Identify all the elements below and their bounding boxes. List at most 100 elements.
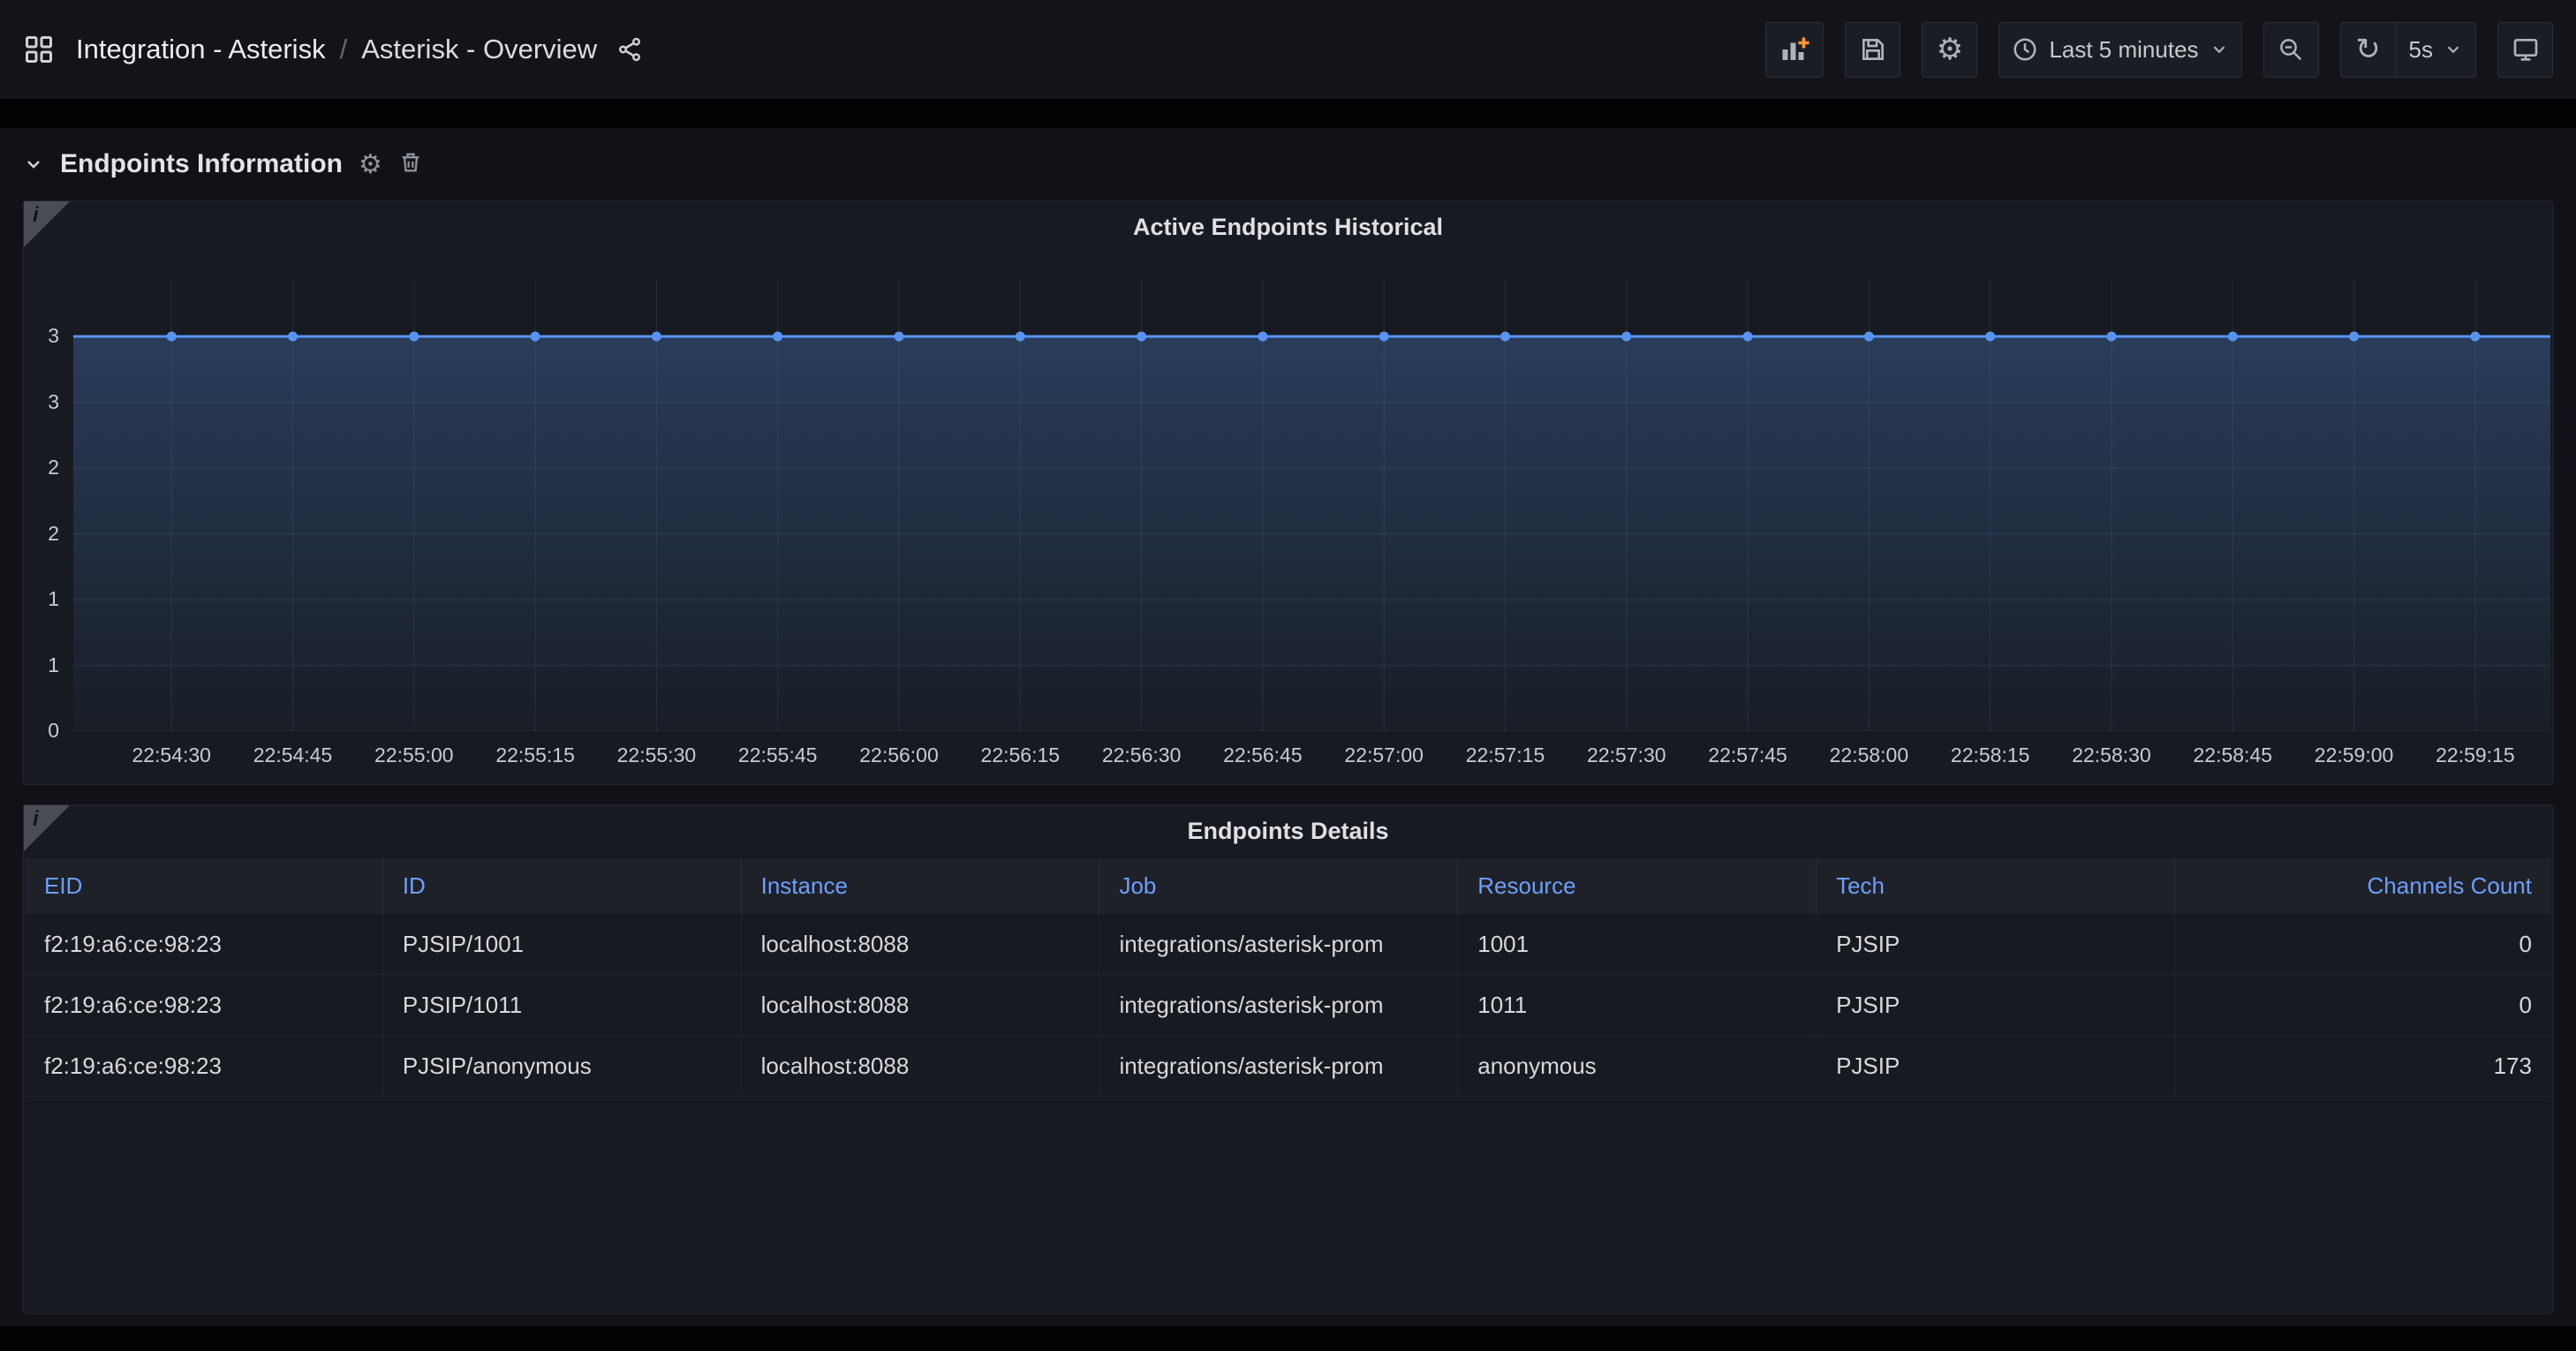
table-row[interactable]: f2:19:a6:ce:98:23PJSIP/1001localhost:808…: [25, 914, 2551, 975]
submenu-strip: [0, 99, 2576, 128]
x-axis-tick: 22:55:15: [495, 743, 575, 767]
table-column-header[interactable]: Instance: [742, 858, 1100, 914]
y-axis-tick: 3: [24, 390, 59, 414]
row-delete-trash-icon[interactable]: [398, 150, 423, 179]
refresh-group: ↻ 5s: [2340, 22, 2476, 78]
x-axis-tick: 22:58:30: [2072, 743, 2151, 767]
y-axis-tick: 2: [24, 456, 59, 479]
table-cell: f2:19:a6:ce:98:23: [25, 975, 383, 1035]
y-axis-tick: 1: [24, 587, 59, 611]
refresh-button[interactable]: ↻: [2340, 22, 2396, 78]
x-axis-tick: 22:56:30: [1102, 743, 1182, 767]
table-cell: PJSIP: [1817, 1036, 2175, 1096]
save-dashboard-button[interactable]: [1845, 22, 1900, 78]
table-cell: 1001: [1458, 914, 1817, 974]
y-axis-tick: 1: [24, 653, 59, 677]
table-cell: integrations/asterisk-prom: [1099, 1036, 1458, 1096]
table-cell: PJSIP/anonymous: [383, 1036, 742, 1096]
x-axis-tick: 22:59:15: [2436, 743, 2515, 767]
monitor-icon: [2512, 35, 2540, 64]
refresh-icon: ↻: [2355, 34, 2381, 64]
dashboard-canvas: Endpoints Information ⚙ i Active Endpoin…: [0, 128, 2576, 1326]
table-cell: localhost:8088: [742, 1036, 1100, 1096]
x-axis-tick: 22:57:45: [1708, 743, 1787, 767]
breadcrumb-page-link[interactable]: Asterisk - Overview: [361, 34, 597, 65]
table-panel-title[interactable]: Endpoints Details: [24, 818, 2552, 845]
y-axis-tick: 0: [24, 719, 59, 743]
breadcrumb: Integration - Asterisk / Asterisk - Over…: [76, 34, 643, 65]
table-cell: PJSIP: [1817, 975, 2175, 1035]
x-axis-tick: 22:56:15: [981, 743, 1061, 767]
table-row[interactable]: f2:19:a6:ce:98:23PJSIP/1011localhost:808…: [25, 975, 2551, 1036]
table-cell: PJSIP: [1817, 914, 2175, 974]
time-range-picker[interactable]: Last 5 minutes: [1998, 22, 2241, 78]
table-row[interactable]: f2:19:a6:ce:98:23PJSIP/anonymouslocalhos…: [25, 1036, 2551, 1097]
table-cell: 0: [2175, 975, 2551, 1035]
y-axis-tick: 3: [24, 324, 59, 348]
clock-icon: [2012, 36, 2038, 63]
row-collapse-chevron-icon[interactable]: [23, 154, 44, 175]
row-settings-gear-icon[interactable]: ⚙: [359, 149, 382, 180]
x-axis-tick: 22:56:45: [1223, 743, 1303, 767]
x-axis-tick: 22:56:00: [859, 743, 939, 767]
breadcrumb-separator: /: [340, 34, 348, 65]
x-axis-tick: 22:59:00: [2315, 743, 2394, 767]
chevron-down-icon: [2210, 40, 2229, 59]
refresh-interval-picker[interactable]: 5s: [2396, 22, 2476, 78]
share-icon[interactable]: [616, 36, 643, 63]
x-axis-tick: 22:55:00: [374, 743, 454, 767]
table-cell: 1011: [1458, 975, 1817, 1035]
x-axis-tick: 22:57:30: [1587, 743, 1666, 767]
table-cell: PJSIP/1011: [383, 975, 742, 1035]
x-axis-tick: 22:58:15: [1951, 743, 2030, 767]
chevron-down-icon: [2444, 40, 2463, 59]
dashboard-settings-button[interactable]: ⚙: [1922, 22, 1977, 78]
row-header-endpoints-information: Endpoints Information ⚙: [23, 128, 423, 200]
chart-panel-title[interactable]: Active Endpoints Historical: [24, 214, 2552, 241]
endpoints-table: EIDIDInstanceJobResourceTechChannels Cou…: [25, 858, 2551, 1097]
time-range-label: Last 5 minutes: [2049, 36, 2198, 64]
table-cell: f2:19:a6:ce:98:23: [25, 914, 383, 974]
breadcrumb-dashboard-link[interactable]: Integration - Asterisk: [76, 34, 326, 65]
refresh-interval-label: 5s: [2409, 36, 2433, 64]
table-cell: 173: [2175, 1036, 2551, 1096]
table-cell: integrations/asterisk-prom: [1099, 914, 1458, 974]
table-cell: anonymous: [1458, 1036, 1817, 1096]
table-cell: 0: [2175, 914, 2551, 974]
table-column-header[interactable]: Resource: [1458, 858, 1817, 914]
dashboards-grid-icon[interactable]: [23, 34, 55, 65]
time-series-plot[interactable]: [73, 280, 2550, 731]
x-axis-tick: 22:58:45: [2194, 743, 2273, 767]
x-axis-tick: 22:54:45: [253, 743, 333, 767]
navbar: Integration - Asterisk / Asterisk - Over…: [0, 0, 2576, 99]
table-column-header[interactable]: Job: [1099, 858, 1458, 914]
x-axis-tick: 22:58:00: [1830, 743, 1909, 767]
table-column-header[interactable]: ID: [383, 858, 742, 914]
add-panel-icon: [1779, 34, 1810, 65]
table-cell: integrations/asterisk-prom: [1099, 975, 1458, 1035]
table-header-row: EIDIDInstanceJobResourceTechChannels Cou…: [25, 858, 2551, 914]
x-axis-tick: 22:55:45: [738, 743, 818, 767]
y-axis-tick: 2: [24, 522, 59, 546]
table-panel-endpoints-details: i Endpoints Details EIDIDInstanceJobReso…: [23, 804, 2553, 1314]
zoom-out-button[interactable]: [2263, 22, 2319, 78]
x-axis-tick: 22:57:00: [1344, 743, 1424, 767]
table-cell: localhost:8088: [742, 975, 1100, 1035]
table-cell: PJSIP/1001: [383, 914, 742, 974]
x-axis-tick: 22:57:15: [1466, 743, 1545, 767]
cycle-view-mode-button[interactable]: [2497, 22, 2553, 78]
x-axis-tick: 22:55:30: [617, 743, 697, 767]
x-axis-tick: 22:54:30: [132, 743, 211, 767]
table-column-header[interactable]: Tech: [1817, 858, 2175, 914]
table-column-header[interactable]: EID: [25, 858, 383, 914]
row-title[interactable]: Endpoints Information: [60, 149, 343, 179]
zoom-out-icon: [2278, 36, 2304, 63]
save-icon: [1859, 35, 1887, 64]
gear-icon: ⚙: [1937, 34, 1963, 64]
add-panel-button[interactable]: [1765, 22, 1824, 78]
table-cell: f2:19:a6:ce:98:23: [25, 1036, 383, 1096]
chart-panel-active-endpoints: i Active Endpoints Historical 0112233 22…: [23, 200, 2553, 785]
table-cell: localhost:8088: [742, 914, 1100, 974]
table-column-header[interactable]: Channels Count: [2175, 858, 2551, 914]
table-body: f2:19:a6:ce:98:23PJSIP/1001localhost:808…: [25, 914, 2551, 1097]
